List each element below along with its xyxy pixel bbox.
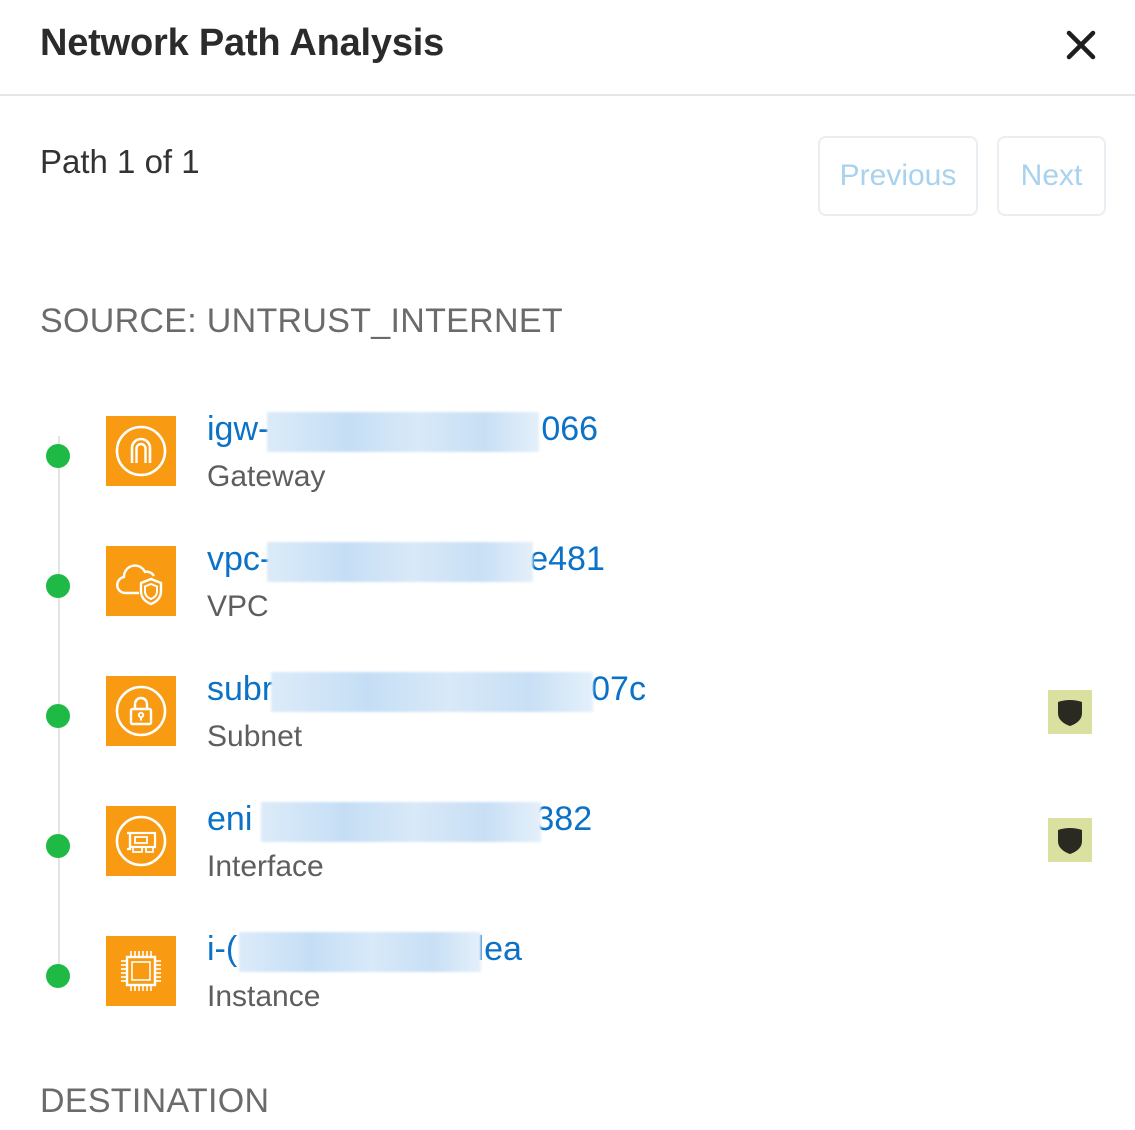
hop-type-label: Instance: [207, 980, 321, 1013]
status-dot: [46, 444, 70, 468]
path-hop-vpc: vpc-e481 VPC: [0, 540, 1135, 646]
status-dot: [46, 704, 70, 728]
path-counter: Path 1 of 1: [40, 143, 200, 180]
hop-id-link[interactable]: eni 382: [207, 800, 592, 842]
shield-icon: [1058, 700, 1082, 726]
previous-button[interactable]: Previous: [818, 136, 978, 216]
path-hop-instance: i-(dea Instance: [0, 930, 1135, 1036]
hop-id-link[interactable]: i-(dea: [207, 930, 522, 972]
vpc-cloud-shield-icon: [116, 564, 163, 606]
source-label: SOURCE: UNTRUST_INTERNET: [40, 302, 563, 340]
subnet-icon-tile[interactable]: [106, 676, 176, 746]
dialog-header: Network Path Analysis: [0, 0, 1135, 96]
gateway-icon-tile[interactable]: [106, 416, 176, 486]
path-hop-gateway: igw- 066 Gateway: [0, 410, 1135, 516]
gateway-icon: [115, 425, 167, 477]
hop-id-link[interactable]: igw- 066: [207, 410, 598, 452]
network-interface-icon: [115, 815, 167, 867]
path-hop-subnet: subr 07c Subnet: [0, 670, 1135, 776]
hop-type-label: VPC: [207, 590, 269, 623]
interface-icon-tile[interactable]: [106, 806, 176, 876]
destination-label: DESTINATION: [40, 1082, 270, 1120]
instance-icon-tile[interactable]: [106, 936, 176, 1006]
hop-id-link[interactable]: subr 07c: [207, 670, 646, 712]
hop-type-label: Gateway: [207, 460, 326, 493]
security-group-badge[interactable]: [1048, 818, 1092, 862]
status-dot: [46, 834, 70, 858]
instance-chip-icon: [121, 951, 161, 991]
hop-type-label: Subnet: [207, 720, 303, 753]
path-hop-interface: eni 382 Interface: [0, 800, 1135, 906]
hop-type-label: Interface: [207, 850, 324, 883]
close-button[interactable]: [1060, 24, 1102, 66]
close-icon: [1066, 30, 1096, 60]
security-group-badge[interactable]: [1048, 690, 1092, 734]
shield-icon: [1058, 828, 1082, 854]
hop-id-link[interactable]: vpc-e481: [207, 540, 605, 582]
vpc-icon-tile[interactable]: [106, 546, 176, 616]
next-button[interactable]: Next: [997, 136, 1106, 216]
dialog-title: Network Path Analysis: [40, 22, 445, 64]
subnet-lock-icon: [115, 685, 167, 737]
status-dot: [46, 964, 70, 988]
status-dot: [46, 574, 70, 598]
